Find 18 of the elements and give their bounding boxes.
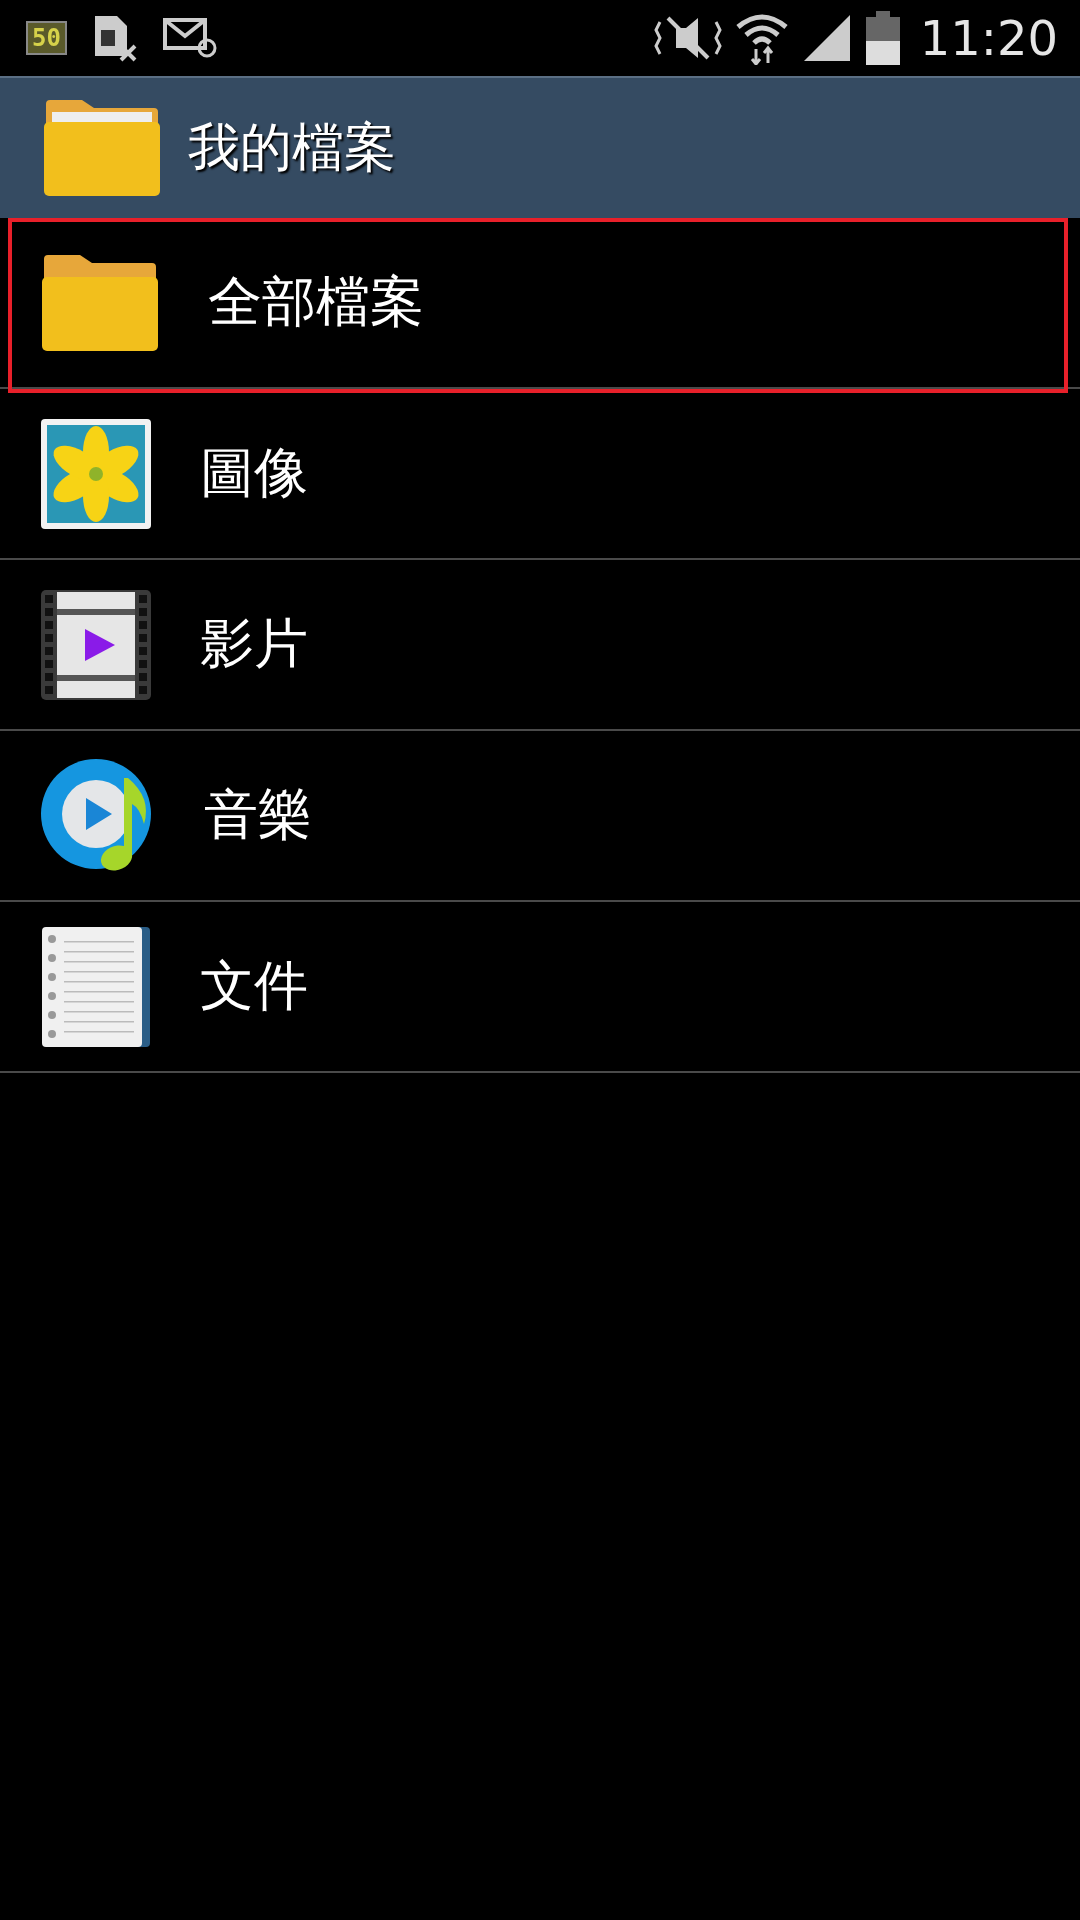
flower-picture-icon	[40, 417, 152, 530]
email-icon	[162, 18, 217, 58]
category-item[interactable]: 全部檔案	[0, 218, 1080, 389]
category-item[interactable]: 影片	[0, 560, 1080, 731]
sim-card-icon	[92, 14, 137, 62]
notebook-icon	[40, 924, 152, 1049]
wifi-icon	[735, 11, 788, 65]
muted-vibrate-icon	[653, 14, 722, 62]
category-item[interactable]: 音樂	[0, 731, 1080, 902]
folder-icon	[40, 252, 160, 353]
app-title: 我的檔案	[188, 116, 396, 179]
category-item[interactable]: 文件	[0, 902, 1080, 1073]
battery-icon	[865, 11, 900, 65]
folder-icon	[42, 98, 162, 198]
notification-badge: 50	[26, 21, 67, 55]
film-play-icon	[40, 588, 152, 701]
clock-time: 11:20	[919, 10, 1058, 66]
category-item[interactable]: 圖像	[0, 389, 1080, 560]
